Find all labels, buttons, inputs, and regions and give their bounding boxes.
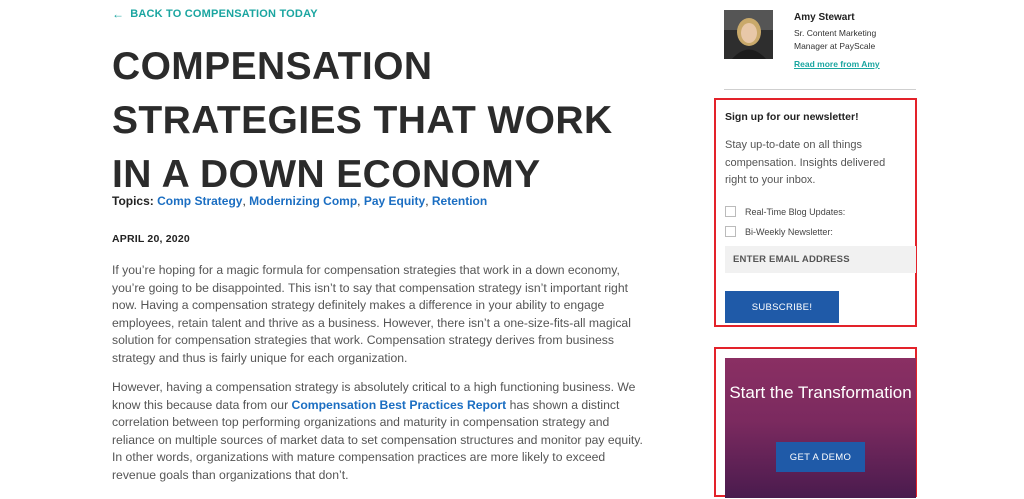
topic-link-comp-strategy[interactable]: Comp Strategy bbox=[157, 194, 242, 208]
back-link-label: BACK TO COMPENSATION TODAY bbox=[130, 8, 318, 20]
author-card: Amy Stewart Sr. Content Marketing Manage… bbox=[724, 10, 916, 90]
bi-weekly-newsletter-option[interactable]: Bi-Weekly Newsletter: bbox=[725, 226, 833, 237]
publish-date: APRIL 20, 2020 bbox=[112, 233, 190, 245]
cta-frame: Start the Transformation GET A DEMO bbox=[714, 347, 917, 498]
author-name: Amy Stewart bbox=[794, 12, 855, 23]
get-a-demo-button[interactable]: GET A DEMO bbox=[776, 442, 865, 472]
subscribe-button[interactable]: SUBSCRIBE! bbox=[725, 291, 839, 323]
topic-link-modernizing-comp[interactable]: Modernizing Comp bbox=[249, 194, 357, 208]
article-paragraph-1: If you’re hoping for a magic formula for… bbox=[112, 263, 631, 365]
email-field[interactable] bbox=[725, 246, 916, 273]
back-to-compensation-today-link[interactable]: ← BACK TO COMPENSATION TODAY bbox=[112, 8, 318, 20]
read-more-from-author-link[interactable]: Read more from Amy bbox=[794, 59, 880, 69]
sidebar-divider bbox=[724, 89, 916, 90]
transformation-banner: Start the Transformation GET A DEMO bbox=[725, 358, 916, 498]
real-time-blog-updates-checkbox[interactable] bbox=[725, 206, 736, 217]
article-paragraph-2: However, having a compensation strategy … bbox=[112, 379, 647, 484]
avatar bbox=[724, 10, 773, 59]
bi-weekly-newsletter-label: Bi-Weekly Newsletter: bbox=[745, 226, 833, 237]
topic-link-pay-equity[interactable]: Pay Equity bbox=[364, 194, 425, 208]
newsletter-description: Stay up-to-date on all things compensati… bbox=[725, 139, 886, 186]
bi-weekly-newsletter-checkbox[interactable] bbox=[725, 226, 736, 237]
newsletter-signup: Sign up for our newsletter! Stay up-to-d… bbox=[714, 98, 917, 327]
arrow-left-icon: ← bbox=[112, 7, 125, 21]
topic-link-retention[interactable]: Retention bbox=[432, 194, 487, 208]
topics-line: Topics: Comp Strategy, Modernizing Comp,… bbox=[112, 194, 488, 208]
author-role: Sr. Content Marketing Manager at PayScal… bbox=[794, 28, 877, 51]
cta-title: Start the Transformation bbox=[729, 383, 912, 402]
page-title: COMPENSATION STRATEGIES THAT WORK IN A D… bbox=[112, 45, 613, 196]
real-time-blog-updates-option[interactable]: Real-Time Blog Updates: bbox=[725, 206, 845, 217]
topics-label: Topics: bbox=[112, 194, 154, 208]
real-time-blog-updates-label: Real-Time Blog Updates: bbox=[745, 206, 846, 217]
compensation-best-practices-report-link[interactable]: Compensation Best Practices Report bbox=[292, 398, 507, 412]
newsletter-title: Sign up for our newsletter! bbox=[725, 111, 859, 123]
